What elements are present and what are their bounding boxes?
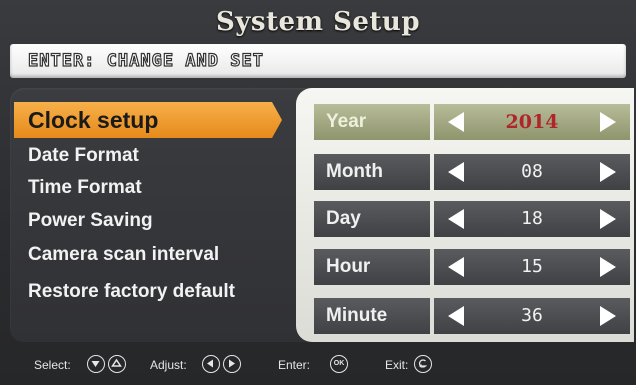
select-label: Select: <box>34 358 71 372</box>
left-arrow-icon[interactable] <box>448 162 464 182</box>
right-arrow-icon[interactable] <box>600 162 616 182</box>
hint-text: ENTER: CHANGE AND SET <box>27 50 264 71</box>
minute-label: Minute <box>314 298 430 334</box>
right-arrow-icon[interactable] <box>600 257 616 277</box>
left-arrow-icon[interactable] <box>448 306 464 326</box>
footer-help-bar: Select: Adjust: Enter: OK Exit: <box>0 350 636 380</box>
left-arrow-icon[interactable] <box>448 209 464 229</box>
enter-label: Enter: <box>278 358 311 372</box>
year-label: Year <box>314 104 430 140</box>
minute-row[interactable]: Minute 36 <box>314 298 630 334</box>
hour-row[interactable]: Hour 15 <box>314 249 630 285</box>
day-control: 18 <box>434 201 630 237</box>
ok-button-icon: OK <box>330 355 348 373</box>
year-value: 2014 <box>505 111 559 133</box>
left-arrow-icon[interactable] <box>448 257 464 277</box>
day-label: Day <box>314 201 430 237</box>
page-title: System Setup <box>215 7 421 37</box>
hour-label: Hour <box>314 249 430 285</box>
right-arrow-icon[interactable] <box>600 306 616 326</box>
return-button-icon <box>414 355 432 373</box>
left-arrow-icon[interactable] <box>448 112 464 132</box>
month-row[interactable]: Month 08 <box>314 154 630 190</box>
up-button-icon <box>108 355 126 373</box>
day-row[interactable]: Day 18 <box>314 201 630 237</box>
menu-item-time-format[interactable]: Time Format <box>28 173 142 203</box>
right-arrow-icon[interactable] <box>600 209 616 229</box>
menu-item-power-saving[interactable]: Power Saving <box>28 206 153 236</box>
menu-item-restore-factory-default[interactable]: Restore factory default <box>28 277 235 307</box>
year-control: 2014 <box>434 104 630 140</box>
hint-bar: ENTER: CHANGE AND SET <box>10 44 626 78</box>
exit-label: Exit: <box>385 358 409 372</box>
year-row[interactable]: Year 2014 <box>314 104 630 140</box>
month-label: Month <box>314 154 430 190</box>
right-arrow-icon[interactable] <box>600 112 616 132</box>
right-button-icon <box>223 355 241 373</box>
minute-value: 36 <box>521 305 543 326</box>
system-setup-screen: System Setup ENTER: CHANGE AND SET Clock… <box>0 0 636 385</box>
month-control: 08 <box>434 154 630 190</box>
month-value: 08 <box>521 161 543 182</box>
menu-item-date-format[interactable]: Date Format <box>28 141 139 171</box>
adjust-label: Adjust: <box>150 358 187 372</box>
menu-item-clock-setup[interactable]: Clock setup <box>14 102 282 138</box>
day-value: 18 <box>521 208 543 229</box>
hour-value: 15 <box>521 256 543 277</box>
down-button-icon <box>87 355 105 373</box>
minute-control: 36 <box>434 298 630 334</box>
hour-control: 15 <box>434 249 630 285</box>
menu-item-camera-scan-interval[interactable]: Camera scan interval <box>28 240 219 270</box>
left-button-icon <box>202 355 220 373</box>
